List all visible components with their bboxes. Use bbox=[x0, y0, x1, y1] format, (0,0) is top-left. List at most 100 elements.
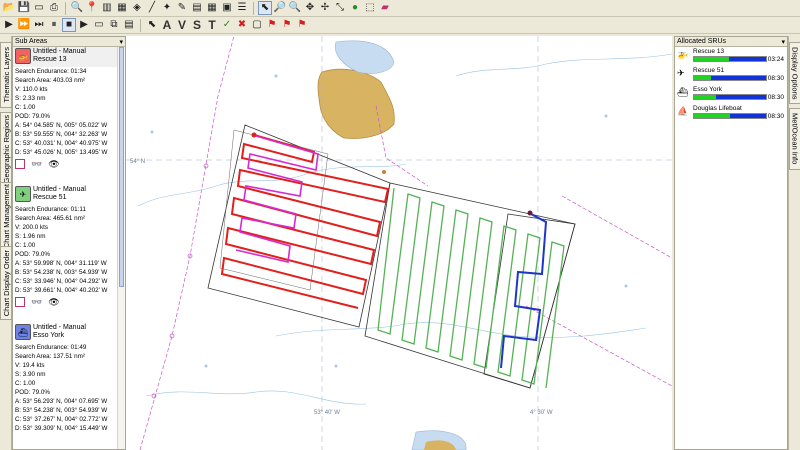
playback-toolbar: ▶ ⏩ ⏭ ⏸ ■ ▶ ▭ ⧉ ▤ ⬉ A V S T ✓ ✖ ▢ ⚑ ⚑ ⚑ bbox=[0, 17, 800, 34]
list-icon[interactable]: ☰ bbox=[235, 1, 249, 15]
tab-met-ocean-info[interactable]: Met/Ocean Info bbox=[789, 108, 800, 170]
sub-area-name: Untitled - Manual bbox=[33, 324, 86, 331]
play-icon[interactable]: ▶ bbox=[2, 18, 16, 32]
pdf-icon[interactable]: ▤ bbox=[190, 1, 204, 15]
helicopter-icon: 🚁 bbox=[677, 49, 689, 59]
tab-display-options[interactable]: Display Options bbox=[789, 42, 800, 104]
open-icon[interactable]: 📂 bbox=[2, 1, 16, 15]
sub-area-card[interactable]: ⛴ Untitled - Manual Esso York Search End… bbox=[13, 323, 117, 433]
allocated-srus-panel: Allocated SRUs ▾ 🚁 Rescue 13 03:24 ✈ Res… bbox=[674, 36, 788, 450]
eye-icon[interactable]: 👁 bbox=[48, 297, 59, 308]
layers-icon[interactable]: ▭ bbox=[92, 18, 106, 32]
flag2-icon[interactable]: ⚑ bbox=[280, 18, 294, 32]
search-track-overlay[interactable] bbox=[235, 135, 319, 263]
fast-forward-icon[interactable]: ⏩ bbox=[17, 18, 31, 32]
coverage-value: C: 1.00 bbox=[15, 380, 36, 387]
eye-icon[interactable]: 👁 bbox=[48, 159, 59, 170]
globe-icon[interactable]: ● bbox=[348, 1, 362, 15]
track-start-marker bbox=[251, 132, 257, 138]
toolbar-separator bbox=[140, 18, 141, 32]
scrollbar-thumb[interactable] bbox=[119, 47, 124, 287]
zoom-icon[interactable]: 🔍 bbox=[70, 1, 84, 15]
select-icon[interactable]: ⬉ bbox=[258, 1, 272, 15]
tab-thematic-layers[interactable]: Thematic Layers bbox=[0, 42, 12, 108]
tab-label: Thematic Layers bbox=[1, 47, 11, 103]
zoom-in-icon[interactable]: 🔎 bbox=[273, 1, 287, 15]
copy-icon[interactable]: ⧉ bbox=[107, 18, 121, 32]
zoom-out-icon[interactable]: 🔍 bbox=[288, 1, 302, 15]
pan-icon[interactable]: ✥ bbox=[303, 1, 317, 15]
table-icon[interactable]: ▣ bbox=[220, 1, 234, 15]
sru-time: 03:24 bbox=[767, 56, 784, 63]
tool-s-button[interactable]: S bbox=[190, 18, 204, 32]
sru-time: 08:30 bbox=[767, 94, 784, 101]
tag-icon[interactable]: ◈ bbox=[130, 1, 144, 15]
depth-contour bbox=[275, 322, 647, 338]
corner-b: B: 53° 54.238' N, 003° 54.939' W bbox=[15, 407, 108, 414]
sub-area-card[interactable]: 🚁 Untitled - Manual Rescue 13 Search End… bbox=[13, 47, 117, 171]
area-outline-icon[interactable] bbox=[15, 297, 25, 307]
compass-icon[interactable]: ✦ bbox=[160, 1, 174, 15]
tool-v-button[interactable]: V bbox=[175, 18, 189, 32]
search-track-rescue-13[interactable] bbox=[220, 134, 390, 309]
pointer-icon[interactable]: ⬉ bbox=[145, 18, 159, 32]
export-icon[interactable]: ▤ bbox=[122, 18, 136, 32]
record-icon[interactable]: ▶ bbox=[77, 18, 91, 32]
binoculars-icon[interactable]: 👓 bbox=[31, 297, 42, 308]
sub-area-header: ✈ Untitled - Manual Rescue 51 bbox=[13, 185, 117, 205]
tool-a-button[interactable]: A bbox=[160, 18, 174, 32]
spacing-value: S: 1.96 nm bbox=[15, 233, 46, 240]
ruler-icon[interactable]: ⬚ bbox=[363, 1, 377, 15]
corner-c: C: 53° 33.946' N, 004° 04.292' W bbox=[15, 278, 108, 285]
pause-icon[interactable]: ⏸ bbox=[47, 18, 61, 32]
sounding-marker bbox=[274, 74, 278, 78]
search-area-rescue-13[interactable] bbox=[207, 124, 391, 328]
delete-icon[interactable]: ✖ bbox=[235, 18, 249, 32]
line-icon[interactable]: ╱ bbox=[145, 1, 159, 15]
search-area-esso-york[interactable] bbox=[483, 213, 576, 389]
pin-icon[interactable]: ▾ bbox=[781, 38, 787, 46]
measure-icon[interactable]: ⤡ bbox=[333, 1, 347, 15]
sru-item[interactable]: ✈ Rescue 51 08:30 bbox=[675, 66, 787, 85]
sub-area-card[interactable]: ✈ Untitled - Manual Rescue 51 Search End… bbox=[13, 185, 117, 309]
area-outline-icon[interactable] bbox=[15, 159, 25, 169]
tab-label: Chart Management bbox=[1, 183, 11, 249]
sru-item[interactable]: ⛵ Douglas Lifeboat 08:30 bbox=[675, 104, 787, 123]
area-icon[interactable]: ▢ bbox=[250, 18, 264, 32]
longitude-label: 4° 30' W bbox=[530, 410, 553, 416]
chart-icon[interactable]: ▥ bbox=[100, 1, 114, 15]
skip-end-icon[interactable]: ⏭ bbox=[32, 18, 46, 32]
erase-icon[interactable]: ▰ bbox=[378, 1, 392, 15]
sru-item[interactable]: ⛴ Esso York 08:30 bbox=[675, 85, 787, 104]
search-endurance: Search Endurance: 01:11 bbox=[15, 206, 86, 213]
sub-areas-scrollbar[interactable] bbox=[117, 47, 125, 449]
tab-geographic-regions[interactable]: Geographic Regions bbox=[0, 112, 12, 186]
aircraft-icon: ✈ bbox=[677, 68, 685, 78]
sub-areas-title-bar: Sub Areas ▾ bbox=[13, 37, 125, 47]
flag-icon[interactable]: ⚑ bbox=[265, 18, 279, 32]
sru-item[interactable]: 🚁 Rescue 13 03:24 bbox=[675, 47, 787, 66]
move-icon[interactable]: ✢ bbox=[318, 1, 332, 15]
pin-icon[interactable]: ▾ bbox=[119, 38, 125, 46]
save-icon[interactable]: 💾 bbox=[17, 1, 31, 15]
check-icon[interactable]: ✓ bbox=[220, 18, 234, 32]
tab-chart-management[interactable]: Chart Management bbox=[0, 182, 12, 250]
chart-map-canvas[interactable]: 54° N 53° 40' W 4° 30' W bbox=[126, 36, 672, 450]
right-tab-strip: Display Options Met/Ocean Info bbox=[788, 36, 800, 450]
chart-map-svg[interactable]: 54° N 53° 40' W 4° 30' W bbox=[126, 36, 672, 450]
grid-icon[interactable]: ▦ bbox=[115, 1, 129, 15]
new-icon[interactable]: ▭ bbox=[32, 1, 46, 15]
left-tab-strip: Thematic Layers Geographic Regions Chart… bbox=[0, 36, 12, 450]
binoculars-icon[interactable]: 👓 bbox=[31, 159, 42, 170]
sub-area-header: 🚁 Untitled - Manual Rescue 13 bbox=[13, 47, 117, 67]
flag3-icon[interactable]: ⚑ bbox=[295, 18, 309, 32]
lifeboat-icon: ⛵ bbox=[677, 106, 689, 116]
tool-t-button[interactable]: T bbox=[205, 18, 219, 32]
edit-icon[interactable]: ✎ bbox=[175, 1, 189, 15]
tab-chart-display-order[interactable]: Chart Display Order bbox=[0, 246, 12, 320]
stop-icon[interactable]: ■ bbox=[62, 18, 76, 32]
pin-icon[interactable]: 📍 bbox=[85, 1, 99, 15]
calendar-icon[interactable]: ▦ bbox=[205, 1, 219, 15]
print-icon[interactable]: ⎙ bbox=[47, 1, 61, 15]
depth-contour bbox=[145, 390, 367, 405]
